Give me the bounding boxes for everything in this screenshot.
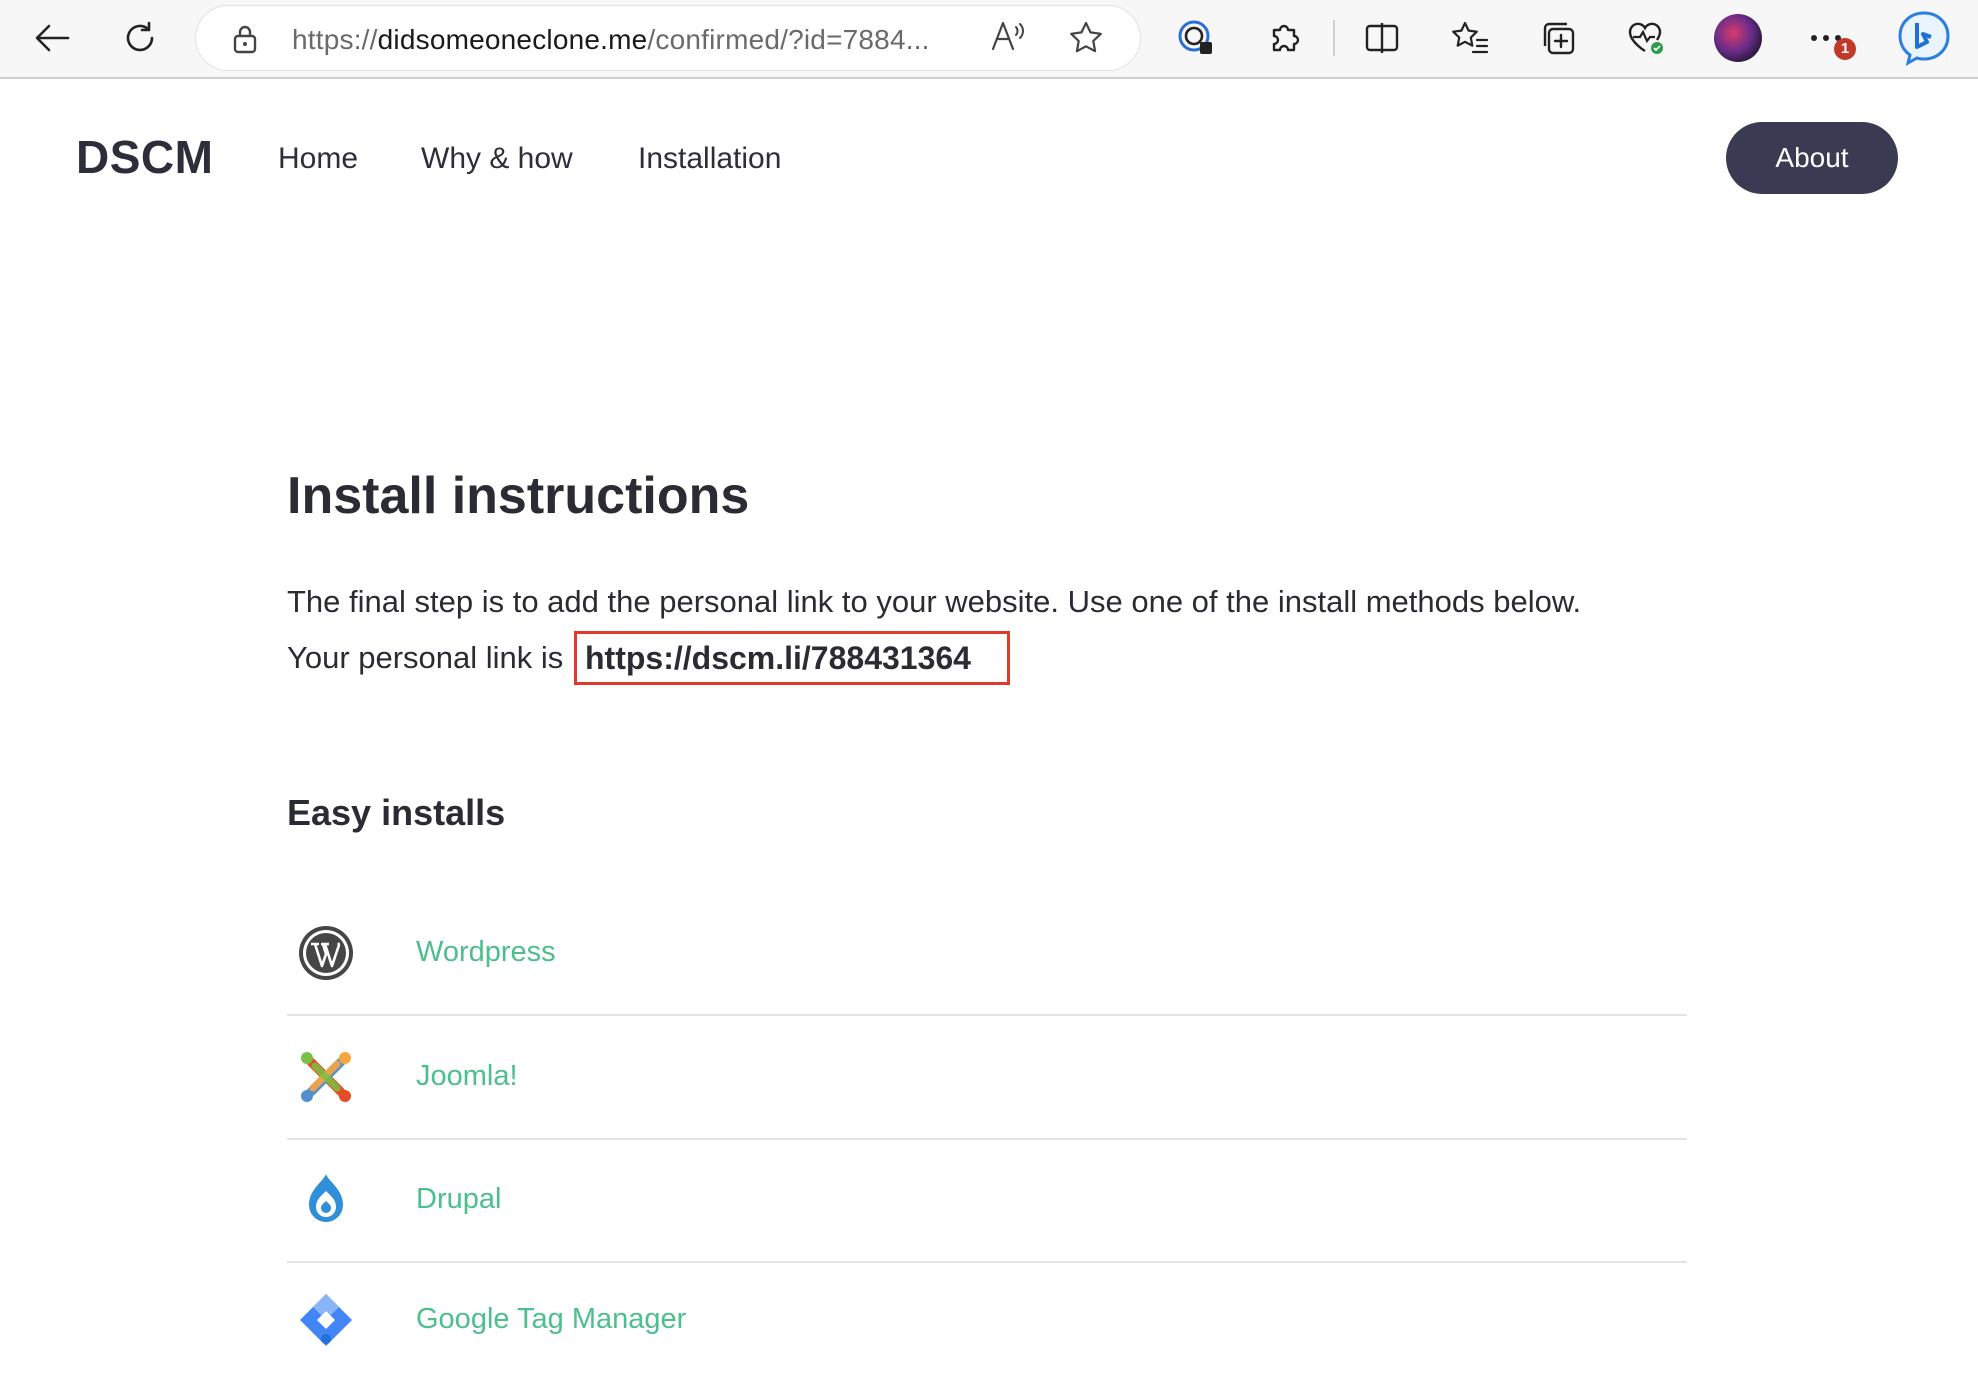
nav-why-how[interactable]: Why & how (421, 142, 573, 176)
tracking-icon[interactable] (1166, 8, 1226, 68)
read-aloud-icon[interactable] (990, 19, 1026, 61)
url-text[interactable]: https://didsomeoneclone.me/confirmed/?id… (292, 24, 930, 56)
browser-toolbar: https://didsomeoneclone.me/confirmed/?id… (0, 0, 1978, 79)
toolbar-divider (1333, 20, 1335, 56)
page-title: Install instructions (287, 467, 750, 525)
intro-text: The final step is to add the personal li… (287, 584, 1582, 619)
install-row-drupal[interactable]: Drupal (287, 1139, 1687, 1263)
nav-installation[interactable]: Installation (638, 142, 781, 176)
split-screen-icon[interactable] (1352, 8, 1412, 68)
google-tag-manager-icon (300, 1294, 352, 1346)
health-icon[interactable] (1616, 8, 1676, 68)
nav-home[interactable]: Home (278, 142, 358, 176)
collections-icon[interactable] (1528, 8, 1588, 68)
lock-icon[interactable] (232, 24, 258, 59)
about-button[interactable]: About (1726, 122, 1898, 194)
install-row-google-tag-manager[interactable]: Google Tag Manager (287, 1259, 1687, 1381)
bing-icon[interactable] (1894, 8, 1954, 68)
wordpress-icon (299, 926, 353, 980)
extensions-icon[interactable] (1254, 8, 1314, 68)
profile-avatar[interactable] (1714, 14, 1762, 62)
personal-link-label: Your personal link is (287, 640, 564, 675)
joomla-icon (301, 1052, 351, 1102)
favorites-icon[interactable] (1440, 8, 1500, 68)
install-row-wordpress[interactable]: Wordpress (287, 892, 1687, 1016)
personal-link[interactable]: https://dscm.li/788431364 (574, 631, 1010, 685)
back-arrow-icon[interactable] (22, 8, 82, 68)
install-label[interactable]: Wordpress (416, 936, 556, 969)
install-label[interactable]: Joomla! (416, 1060, 518, 1093)
notification-badge: 1 (1834, 38, 1856, 60)
drupal-icon (309, 1174, 343, 1222)
install-label[interactable]: Google Tag Manager (416, 1303, 686, 1336)
install-label[interactable]: Drupal (416, 1183, 501, 1216)
install-row-joomla[interactable]: Joomla! (287, 1016, 1687, 1140)
easy-installs-heading: Easy installs (287, 792, 506, 833)
address-bar[interactable]: https://didsomeoneclone.me/confirmed/?id… (196, 6, 1140, 70)
site-logo[interactable]: DSCM (76, 130, 213, 184)
favorite-star-icon[interactable] (1068, 20, 1104, 61)
refresh-icon[interactable] (110, 8, 170, 68)
